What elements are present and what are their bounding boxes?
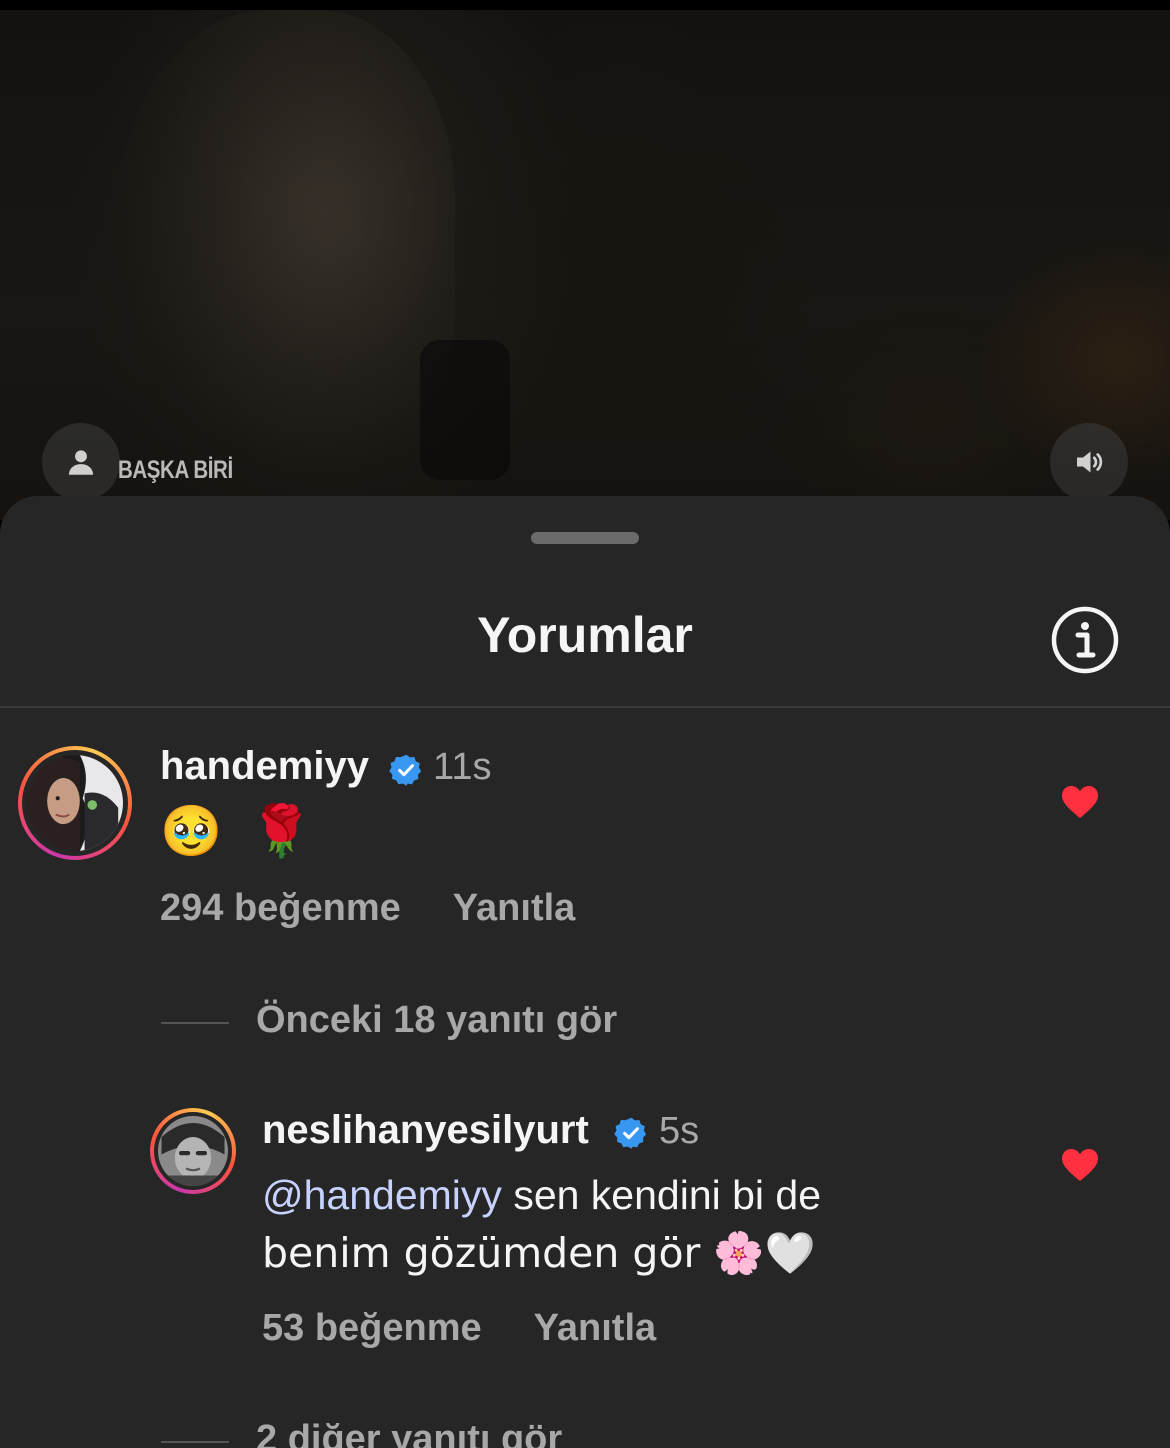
mention-link[interactable]: @handemiyy [262, 1172, 502, 1218]
reply-avatar-art [158, 1116, 228, 1186]
reply-text: @handemiyy sen kendini bi de benim gözüm… [262, 1166, 1022, 1282]
verified-badge-icon [389, 754, 422, 786]
comments-sheet: Yorumlar handemiyy 11s 🥹 🌹 294 beğenme Y… [0, 496, 1170, 1448]
reply-like-count[interactable]: 53 beğenme [262, 1307, 482, 1349]
thread-line [161, 1441, 229, 1443]
person-icon[interactable] [42, 423, 120, 501]
speaker-icon-glyph [1077, 451, 1103, 473]
avatar[interactable] [18, 746, 132, 860]
comment-username[interactable]: handemiyy [160, 744, 369, 789]
video-frame-subject [115, 10, 455, 480]
header-divider [0, 706, 1170, 708]
reply-meta: 53 beğenme Yanıtla [262, 1307, 708, 1350]
heart-icon[interactable] [1061, 1148, 1099, 1182]
reply-avatar-photo [158, 1116, 228, 1186]
verified-badge-icon [614, 1117, 647, 1149]
reply-avatar[interactable] [150, 1108, 236, 1194]
avatar-inner [22, 750, 128, 856]
speaker-icon[interactable] [1050, 423, 1128, 501]
video-caption: BAŞKA BİRİ [118, 456, 233, 484]
reply-text-part: sen kendini bi de [513, 1172, 822, 1218]
comment-time: 11s [433, 746, 492, 788]
thread-line [161, 1022, 229, 1024]
reply-username[interactable]: neslihanyesilyurt [262, 1108, 589, 1153]
like-count[interactable]: 294 beğenme [160, 887, 401, 929]
video-frame-shadow [420, 340, 510, 480]
comment-text: 🥹 🌹 [160, 802, 319, 860]
info-icon[interactable] [1051, 606, 1119, 674]
avatar-photo [27, 755, 123, 851]
reply-button[interactable]: Yanıtla [453, 887, 576, 929]
reply-text-line-1: @handemiyy sen kendini bi de [262, 1166, 1022, 1224]
video-player[interactable]: BAŞKA BİRİ [0, 0, 1170, 520]
person-icon-glyph [68, 450, 94, 475]
sheet-title: Yorumlar [477, 607, 693, 663]
heart-icon[interactable] [1061, 785, 1099, 819]
reply-time: 5s [659, 1110, 700, 1152]
comment-meta: 294 beğenme Yanıtla [160, 887, 627, 930]
reply-avatar-inner [154, 1112, 232, 1190]
reply-text-line-2: benim gözümden gör 🌸🤍 [262, 1229, 816, 1277]
reply-reply-button[interactable]: Yanıtla [534, 1307, 657, 1349]
view-replies-link[interactable]: Önceki 18 yanıtı gör [256, 999, 617, 1042]
sheet-grabber[interactable] [531, 532, 639, 544]
avatar-art [27, 755, 123, 851]
more-replies-link[interactable]: 2 diğer yanıtı gör [256, 1418, 562, 1448]
